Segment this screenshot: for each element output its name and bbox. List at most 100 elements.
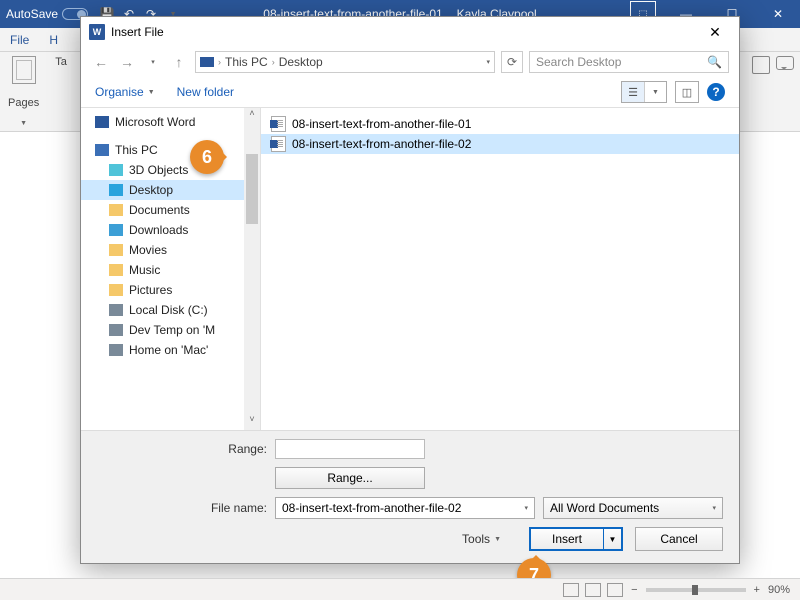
tree-item-movies[interactable]: Movies bbox=[81, 240, 260, 260]
search-icon: 🔍 bbox=[707, 55, 722, 69]
insert-button[interactable]: Insert ▼ bbox=[529, 527, 623, 551]
tree-scrollbar[interactable]: ˄ ˅ bbox=[244, 108, 260, 430]
nav-forward-icon[interactable]: → bbox=[117, 54, 137, 70]
chevron-down-icon: ▼ bbox=[494, 536, 501, 543]
view-buttons[interactable] bbox=[563, 583, 623, 597]
tree-item-documents[interactable]: Documents bbox=[81, 200, 260, 220]
tree-label: Music bbox=[129, 263, 160, 277]
callout-6: 6 bbox=[190, 140, 224, 174]
web-layout-icon[interactable] bbox=[607, 583, 623, 597]
chevron-right-icon: › bbox=[218, 57, 221, 67]
nav-recent-dropdown-icon[interactable]: ▾ bbox=[143, 58, 163, 66]
drive-icon bbox=[109, 344, 123, 356]
app-close-button[interactable]: ✕ bbox=[756, 0, 800, 28]
file-row[interactable]: 08-insert-text-from-another-file-02 bbox=[261, 134, 739, 154]
folder-icon bbox=[109, 204, 123, 216]
path-desktop[interactable]: Desktop bbox=[279, 55, 323, 69]
view-dropdown-icon[interactable]: ▼ bbox=[644, 82, 666, 102]
file-type-filter[interactable]: All Word Documents ▾ bbox=[543, 497, 723, 519]
zoom-in-button[interactable]: + bbox=[754, 584, 760, 596]
scroll-up-icon[interactable]: ˄ bbox=[249, 108, 254, 124]
tree-label: Local Disk (C:) bbox=[129, 303, 208, 317]
filename-input[interactable]: 08-insert-text-from-another-file-02 ▾ bbox=[275, 497, 535, 519]
zoom-level[interactable]: 90% bbox=[768, 584, 790, 596]
file-name: 08-insert-text-from-another-file-02 bbox=[292, 137, 471, 151]
chevron-down-icon: ▾ bbox=[712, 504, 716, 512]
tree-item-music[interactable]: Music bbox=[81, 260, 260, 280]
tree-item-local-disk[interactable]: Local Disk (C:) bbox=[81, 300, 260, 320]
tab-home[interactable]: H bbox=[39, 33, 68, 47]
desktop-icon bbox=[109, 184, 123, 196]
tree-label: Desktop bbox=[129, 183, 173, 197]
downloads-icon bbox=[109, 224, 123, 236]
tree-item-downloads[interactable]: Downloads bbox=[81, 220, 260, 240]
zoom-slider[interactable] bbox=[646, 588, 746, 592]
autosave-toggle[interactable]: AutoSave bbox=[6, 7, 88, 21]
view-mode-selector[interactable]: ☰ ▼ bbox=[621, 81, 667, 103]
search-placeholder: Search Desktop bbox=[536, 55, 621, 69]
read-mode-icon[interactable] bbox=[563, 583, 579, 597]
tree-item-desktop[interactable]: Desktop bbox=[81, 180, 260, 200]
pc-icon bbox=[95, 144, 109, 156]
path-dropdown-icon[interactable]: ▾ bbox=[486, 58, 490, 66]
preview-pane-button[interactable]: ◫ bbox=[675, 81, 699, 103]
new-folder-button[interactable]: New folder bbox=[177, 85, 234, 99]
share-icon[interactable] bbox=[752, 56, 770, 74]
breadcrumb-path[interactable]: › This PC › Desktop ▾ bbox=[195, 51, 495, 73]
refresh-icon[interactable]: ⟳ bbox=[501, 51, 523, 73]
insert-label: Insert bbox=[531, 529, 603, 549]
tree-item-home-mac[interactable]: Home on 'Mac' bbox=[81, 340, 260, 360]
autosave-label: AutoSave bbox=[6, 7, 58, 21]
tree-item-pictures[interactable]: Pictures bbox=[81, 280, 260, 300]
tree-label: Movies bbox=[129, 243, 167, 257]
pages-dropdown-icon: ▼ bbox=[20, 120, 27, 127]
pages-group[interactable]: Pages ▼ bbox=[0, 52, 47, 131]
tables-group[interactable]: Ta bbox=[47, 52, 75, 131]
help-icon[interactable]: ? bbox=[707, 83, 725, 101]
cancel-button[interactable]: Cancel bbox=[635, 527, 723, 551]
word-icon bbox=[95, 116, 109, 128]
view-list-icon[interactable]: ☰ bbox=[622, 82, 644, 102]
tree-item-dev-temp[interactable]: Dev Temp on 'M bbox=[81, 320, 260, 340]
range-label: Range: bbox=[97, 442, 267, 456]
folder-icon bbox=[109, 244, 123, 256]
chevron-down-icon[interactable]: ▾ bbox=[524, 504, 528, 512]
tab-file[interactable]: File bbox=[0, 33, 39, 47]
organise-label: Organise bbox=[95, 85, 144, 99]
word-document-icon bbox=[271, 116, 286, 132]
drive-icon bbox=[109, 324, 123, 336]
scroll-down-icon[interactable]: ˅ bbox=[249, 414, 254, 430]
nav-back-icon[interactable]: ← bbox=[91, 54, 111, 70]
tree-label: Home on 'Mac' bbox=[129, 343, 208, 357]
insert-file-dialog: W Insert File ✕ ← → ▾ ↑ › This PC › Desk… bbox=[80, 16, 740, 564]
pages-icon bbox=[12, 56, 36, 84]
range-input[interactable] bbox=[275, 439, 425, 459]
nav-up-icon[interactable]: ↑ bbox=[169, 54, 189, 70]
path-thispc[interactable]: This PC bbox=[225, 55, 268, 69]
filename-label: File name: bbox=[97, 501, 267, 515]
dialog-nav-bar: ← → ▾ ↑ › This PC › Desktop ▾ ⟳ Search D… bbox=[81, 47, 739, 77]
organise-button[interactable]: Organise ▼ bbox=[95, 85, 155, 99]
search-input[interactable]: Search Desktop 🔍 bbox=[529, 51, 729, 73]
chevron-right-icon: › bbox=[272, 57, 275, 67]
file-row[interactable]: 08-insert-text-from-another-file-01 bbox=[261, 114, 739, 134]
status-bar: − + 90% bbox=[0, 578, 800, 600]
range-button[interactable]: Range... bbox=[275, 467, 425, 489]
tree-label: This PC bbox=[115, 143, 158, 157]
file-list: 08-insert-text-from-another-file-01 08-i… bbox=[261, 108, 739, 430]
dialog-close-button[interactable]: ✕ bbox=[699, 24, 731, 41]
tools-dropdown[interactable]: Tools ▼ bbox=[462, 532, 501, 546]
folder-icon bbox=[109, 164, 123, 176]
print-layout-icon[interactable] bbox=[585, 583, 601, 597]
comments-icon[interactable] bbox=[776, 56, 794, 70]
dialog-titlebar: W Insert File ✕ bbox=[81, 17, 739, 47]
drive-icon bbox=[109, 304, 123, 316]
tables-label: Ta bbox=[55, 56, 67, 68]
tree-label: Microsoft Word bbox=[115, 115, 195, 129]
tree-item-microsoft-word[interactable]: Microsoft Word bbox=[81, 112, 260, 132]
filter-label: All Word Documents bbox=[550, 501, 659, 515]
insert-dropdown-icon[interactable]: ▼ bbox=[603, 529, 621, 549]
zoom-out-button[interactable]: − bbox=[631, 584, 637, 596]
dialog-toolbar: Organise ▼ New folder ☰ ▼ ◫ ? bbox=[81, 77, 739, 107]
scroll-thumb[interactable] bbox=[246, 154, 258, 224]
